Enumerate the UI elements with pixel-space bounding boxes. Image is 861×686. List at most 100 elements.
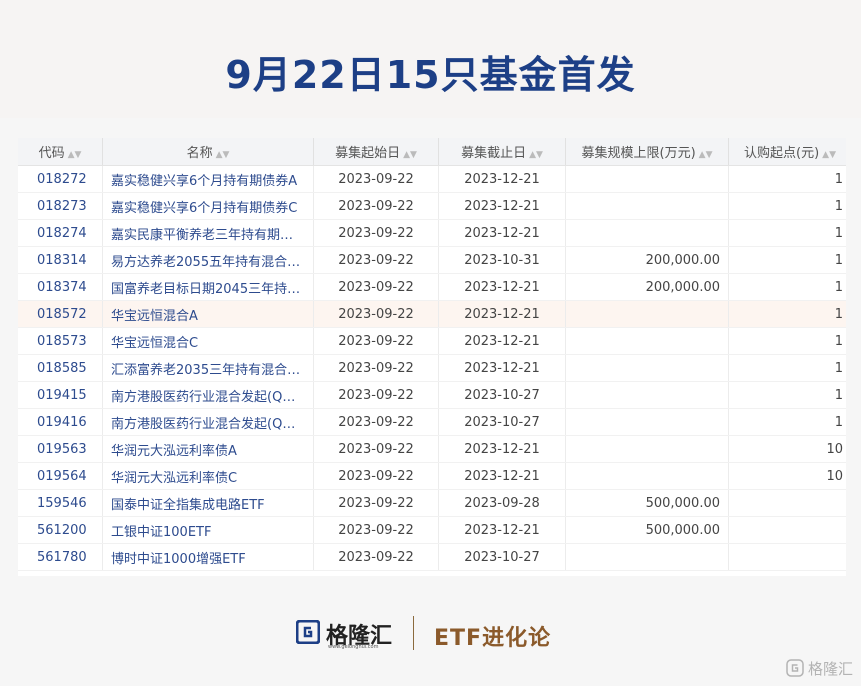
end-date: 2023-12-21 [438,219,566,247]
fund-code[interactable]: 019416 [18,408,103,436]
end-date: 2023-12-21 [438,435,566,463]
start-date: 2023-09-22 [313,516,439,544]
header-banner: 9月22日15只基金首发 [0,0,861,118]
table-row[interactable]: 018573 华宝远恒混合C 2023-09-22 2023-12-21 1 [18,327,846,355]
fund-name[interactable]: 国富养老目标日期2045三年持有... [102,273,314,301]
min-subscription [728,543,846,571]
min-subscription: 1 [728,327,846,355]
min-subscription: 10 [728,462,846,490]
table-row[interactable]: 019416 南方港股医药行业混合发起(QDI... 2023-09-22 20… [18,408,846,436]
end-date: 2023-12-21 [438,354,566,382]
sort-icon: ▲▼ [67,150,82,160]
fund-code[interactable]: 018314 [18,246,103,274]
fund-code[interactable]: 019564 [18,462,103,490]
table-row[interactable]: 018585 汇添富养老2035三年持有混合(F... 2023-09-22 2… [18,354,846,382]
fund-code[interactable]: 018272 [18,165,103,193]
fund-name[interactable]: 工银中证100ETF [102,516,314,544]
column-header-end-date[interactable]: 募集截止日 ▲▼ [438,138,566,166]
cap-value: 200,000.00 [565,246,729,274]
column-header-name[interactable]: 名称 ▲▼ [102,138,314,166]
table-row[interactable]: 019415 南方港股医药行业混合发起(QDI... 2023-09-22 20… [18,381,846,409]
end-date: 2023-12-21 [438,192,566,220]
min-subscription: 1 [728,246,846,274]
fund-name[interactable]: 博时中证1000增强ETF [102,543,314,571]
min-subscription: 1 [728,354,846,382]
fund-name[interactable]: 华宝远恒混合C [102,327,314,355]
column-header-start-date[interactable]: 募集起始日 ▲▼ [313,138,439,166]
fund-name[interactable]: 华润元大泓远利率债C [102,462,314,490]
gelonghui-logo-icon [296,620,320,644]
cap-value: 500,000.00 [565,516,729,544]
min-subscription: 1 [728,381,846,409]
table-row[interactable]: 018273 嘉实稳健兴享6个月持有期债券C 2023-09-22 2023-1… [18,192,846,220]
start-date: 2023-09-22 [313,192,439,220]
fund-code[interactable]: 019563 [18,435,103,463]
table-row[interactable]: 561780 博时中证1000增强ETF 2023-09-22 2023-10-… [18,543,846,571]
end-date: 2023-09-28 [438,489,566,517]
fund-code[interactable]: 561200 [18,516,103,544]
end-date: 2023-12-21 [438,327,566,355]
fund-name[interactable]: 易方达养老2055五年持有混合(F... [102,246,314,274]
cap-value [565,192,729,220]
fund-code[interactable]: 018573 [18,327,103,355]
fund-code[interactable]: 018374 [18,273,103,301]
start-date: 2023-09-22 [313,354,439,382]
fund-name[interactable]: 华润元大泓远利率债A [102,435,314,463]
table-row[interactable]: 018272 嘉实稳健兴享6个月持有期债券A 2023-09-22 2023-1… [18,165,846,193]
cap-value [565,408,729,436]
start-date: 2023-09-22 [313,435,439,463]
min-subscription [728,489,846,517]
min-subscription: 1 [728,408,846,436]
fund-name[interactable]: 南方港股医药行业混合发起(QDI... [102,381,314,409]
column-header-min-subscription[interactable]: 认购起点(元) ▲▼ [728,138,846,166]
sort-icon: ▲▼ [403,150,417,160]
cap-value: 200,000.00 [565,273,729,301]
table-row[interactable]: 018374 国富养老目标日期2045三年持有... 2023-09-22 20… [18,273,846,301]
fund-code[interactable]: 561780 [18,543,103,571]
table-row[interactable]: 561200 工银中证100ETF 2023-09-22 2023-12-21 … [18,516,846,544]
watermark-logo-icon [786,659,804,677]
start-date: 2023-09-22 [313,462,439,490]
min-subscription: 1 [728,192,846,220]
table-row[interactable]: 018274 嘉实民康平衡养老三年持有期混... 2023-09-22 2023… [18,219,846,247]
start-date: 2023-09-22 [313,219,439,247]
table-row[interactable]: 019563 华润元大泓远利率债A 2023-09-22 2023-12-21 … [18,435,846,463]
fund-name[interactable]: 嘉实稳健兴享6个月持有期债券C [102,192,314,220]
table-row[interactable]: 159546 国泰中证全指集成电路ETF 2023-09-22 2023-09-… [18,489,846,517]
fund-code[interactable]: 019415 [18,381,103,409]
column-header-cap[interactable]: 募集规模上限(万元) ▲▼ [565,138,729,166]
cap-value [565,462,729,490]
fund-code[interactable]: 018273 [18,192,103,220]
page-title: 9月22日15只基金首发 [225,53,636,97]
end-date: 2023-10-27 [438,408,566,436]
fund-name[interactable]: 嘉实稳健兴享6个月持有期债券A [102,165,314,193]
start-date: 2023-09-22 [313,381,439,409]
table-row[interactable]: 019564 华润元大泓远利率债C 2023-09-22 2023-12-21 … [18,462,846,490]
start-date: 2023-09-22 [313,543,439,571]
end-date: 2023-10-27 [438,543,566,571]
fund-code[interactable]: 018572 [18,300,103,328]
fund-code[interactable]: 018274 [18,219,103,247]
start-date: 2023-09-22 [313,327,439,355]
min-subscription [728,516,846,544]
fund-code[interactable]: 159546 [18,489,103,517]
fund-name[interactable]: 华宝远恒混合A [102,300,314,328]
cap-value [565,300,729,328]
divider [413,616,414,650]
fund-name[interactable]: 汇添富养老2035三年持有混合(F... [102,354,314,382]
fund-name[interactable]: 国泰中证全指集成电路ETF [102,489,314,517]
fund-name[interactable]: 南方港股医药行业混合发起(QDI... [102,408,314,436]
end-date: 2023-12-21 [438,165,566,193]
fund-name[interactable]: 嘉实民康平衡养老三年持有期混... [102,219,314,247]
table-row[interactable]: 018314 易方达养老2055五年持有混合(F... 2023-09-22 2… [18,246,846,274]
sort-icon: ▲▼ [529,150,543,160]
table-row-highlighted[interactable]: 018572 华宝远恒混合A 2023-09-22 2023-12-21 1 [18,300,846,328]
fund-code[interactable]: 018585 [18,354,103,382]
cap-value [565,354,729,382]
end-date: 2023-12-21 [438,300,566,328]
end-date: 2023-12-21 [438,462,566,490]
column-header-code[interactable]: 代码 ▲▼ [18,138,103,166]
brand-text: ETF进化论 [434,626,552,651]
cap-value [565,381,729,409]
min-subscription: 1 [728,165,846,193]
